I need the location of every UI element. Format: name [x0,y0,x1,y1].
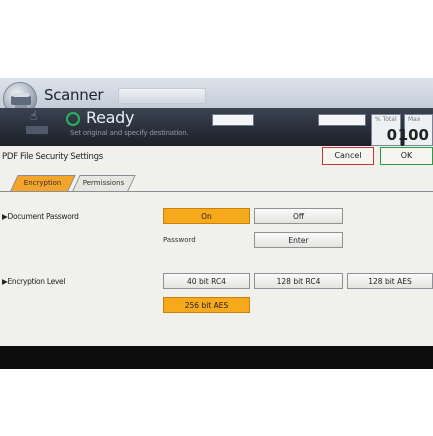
status-field-1 [212,114,254,126]
status-text: Ready [86,108,135,127]
counter-label: % Total [375,116,397,123]
hint-text: Set original and specify destination. [70,129,189,137]
status-field-2 [318,114,366,126]
tab-encryption-label: Encryption [23,179,62,187]
counter-max-label: Max [408,116,421,123]
counter-max-value: 100 [397,126,429,144]
cancel-button[interactable]: Cancel [322,147,374,165]
ok-button[interactable]: OK [380,147,433,165]
page-title: PDF File Security Settings [2,152,103,162]
tab-permissions-label: Permissions [83,179,125,187]
document-password-label: ▶Document Password [2,212,79,221]
ready-icon [66,112,80,126]
counter-box: % Total 0 [371,114,401,146]
document-password-on-button[interactable]: On [163,208,250,224]
encryption-128bit-rc4-button[interactable]: 128 bit RC4 [254,273,343,289]
hand-icon: ☝ [30,109,38,123]
counter-value: 0 [386,126,397,144]
encryption-256bit-aes-button[interactable]: 256 bit AES [163,297,250,313]
counter-box-max: Max 100 [398,114,433,146]
encryption-level-label: ▶Encryption Level [2,277,66,286]
app-title: Scanner [44,86,104,104]
tab-encryption[interactable]: Encryption [10,175,76,191]
document-password-off-button[interactable]: Off [254,208,343,224]
password-label: Password [163,236,196,244]
status-tag [26,126,48,134]
bottom-bar [0,346,433,369]
header-tab[interactable] [118,88,206,104]
encryption-128bit-aes-button[interactable]: 128 bit AES [347,273,433,289]
tab-divider [0,191,433,192]
tab-permissions[interactable]: Permissions [72,175,136,191]
encryption-40bit-rc4-button[interactable]: 40 bit RC4 [163,273,250,289]
enter-password-button[interactable]: Enter [254,232,343,248]
